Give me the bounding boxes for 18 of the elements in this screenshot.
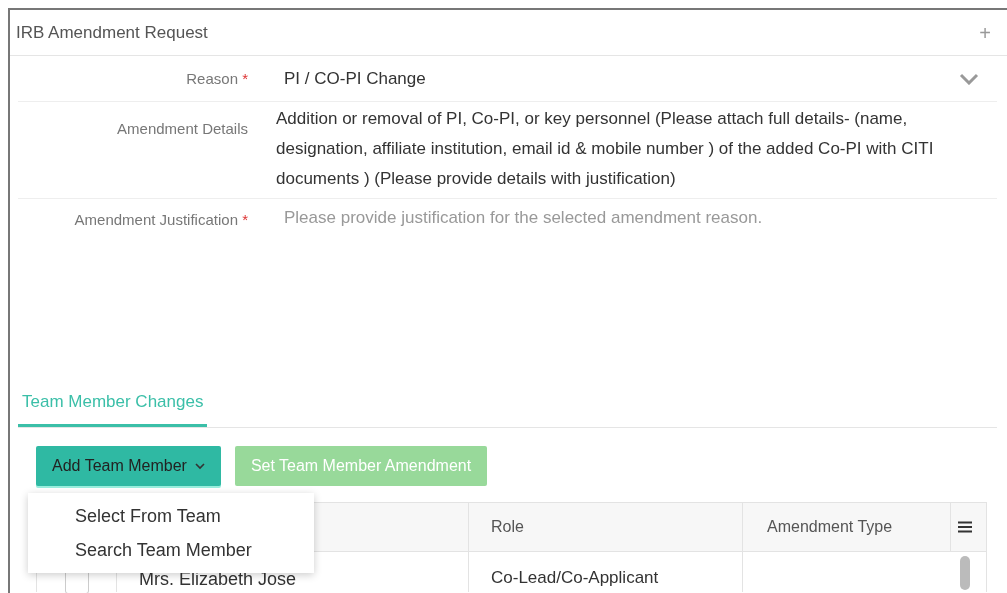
add-member-button[interactable]: Add Team Member <box>36 446 221 486</box>
chevron-down-icon <box>959 72 979 85</box>
required-mark: * <box>242 210 248 228</box>
menu-icon[interactable] <box>958 521 972 533</box>
field-label: Amendment Justification <box>74 210 238 228</box>
justification-field[interactable]: Please provide justification for the selected amendment reason. <box>254 204 997 373</box>
scrollbar-thumb[interactable] <box>960 556 970 590</box>
column-header: Role <box>469 503 743 551</box>
menu-item[interactable]: Select From Team <box>28 499 221 533</box>
details-text: Addition or removal of PI, Co-PI, or key personnel (Please attach full details- (name, designation, affiliate institution, email id & mobile number ) of the added Co-PI with CITI documents ) (Please provide details with justification) <box>275 107 935 190</box>
window-title: IRB Amendment Request <box>16 21 208 44</box>
caret-icon <box>194 462 205 470</box>
field-label: Amendment Details <box>117 119 248 137</box>
field-label: Reason <box>186 70 238 87</box>
column-header: Amendment Type <box>743 503 951 551</box>
table-cell: Co-Lead/Co-Applicant <box>469 552 743 592</box>
reason-select[interactable]: PI / CO-PI Change <box>254 66 997 92</box>
required-mark: * <box>242 70 248 87</box>
